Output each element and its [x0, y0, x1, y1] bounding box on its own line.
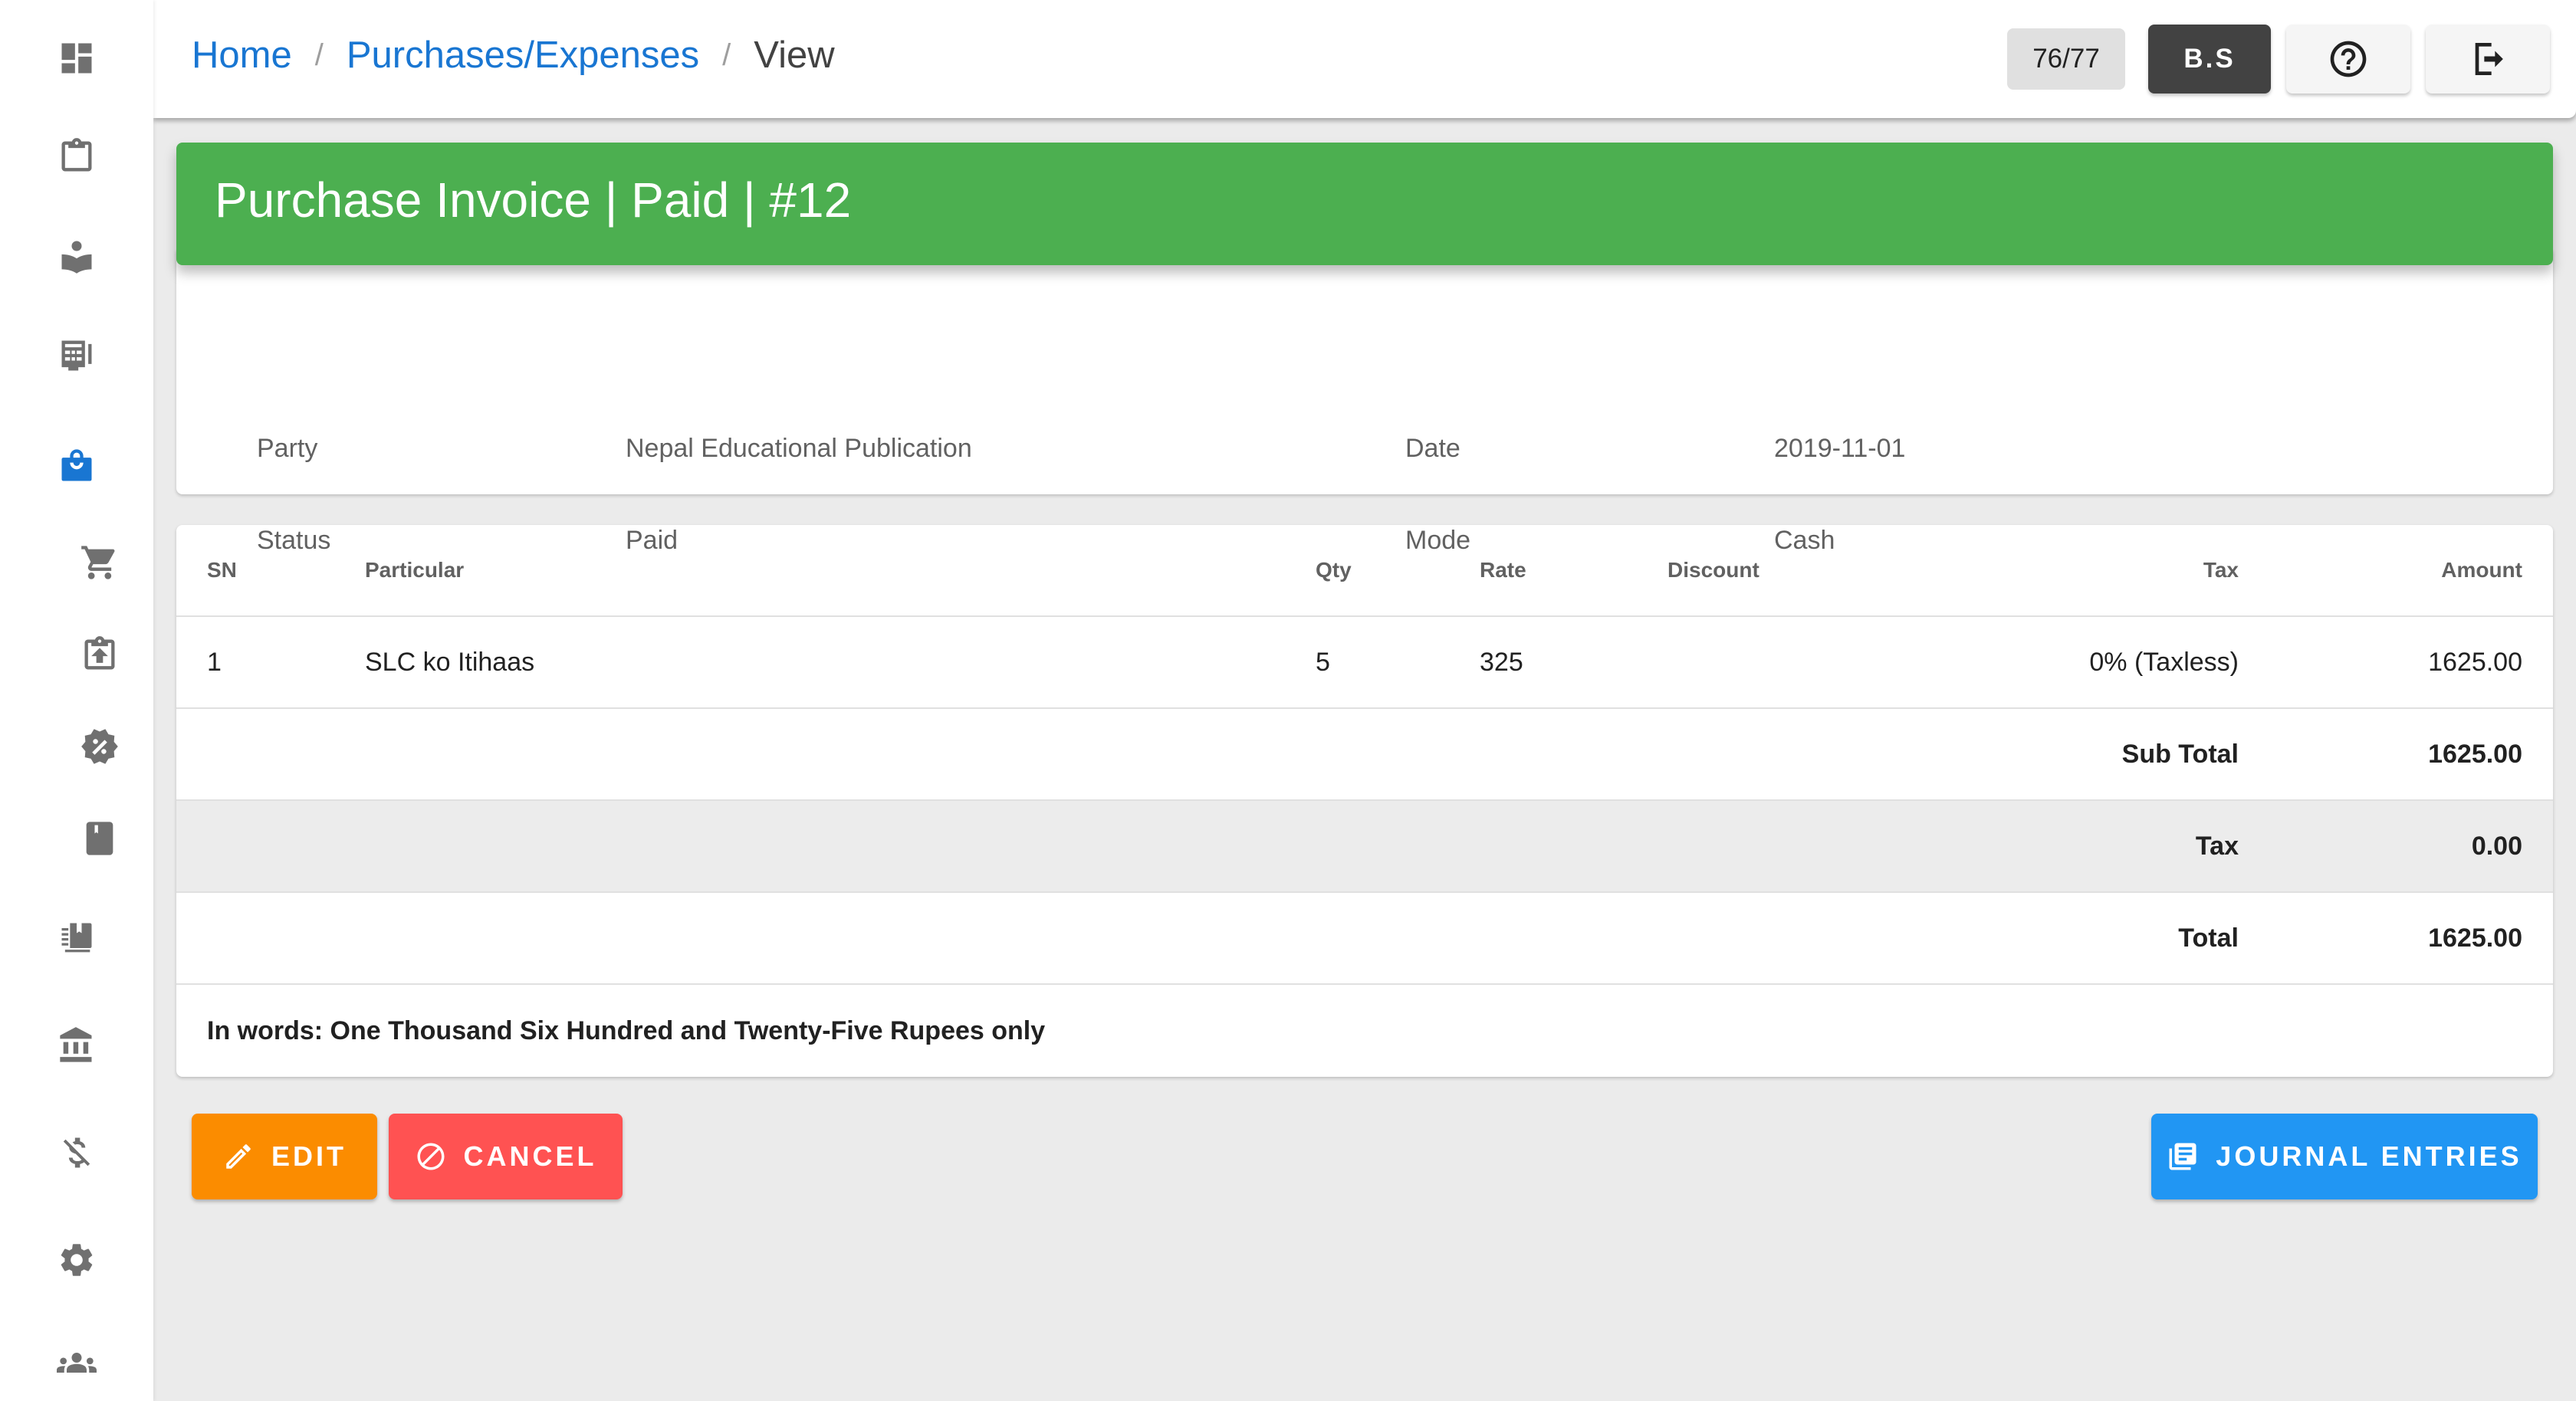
- date-value: 2019-11-01: [1774, 434, 1906, 463]
- sidebar-item-pos[interactable]: [55, 334, 98, 377]
- amount-in-words: In words: One Thousand Six Hundred and T…: [207, 1015, 1046, 1045]
- edit-button-label: EDIT: [271, 1140, 347, 1172]
- sidebar-item-reader[interactable]: [55, 235, 98, 277]
- journal-entries-button[interactable]: JOURNAL ENTRIES: [2151, 1114, 2538, 1199]
- logout-icon: [2475, 43, 2503, 75]
- dashboard-icon: [61, 43, 92, 74]
- sidebar-nav: [0, 0, 153, 1401]
- cell-sn: 1: [207, 647, 222, 677]
- cell-particular: SLC ko Itihaas: [365, 647, 535, 677]
- status-label: Status: [257, 526, 331, 555]
- sidebar-item-book[interactable]: [78, 817, 121, 860]
- column-header-discount: Discount: [1668, 558, 1760, 582]
- column-header-tax: Tax: [2203, 558, 2239, 582]
- journal-entries-icon: [2169, 1143, 2196, 1170]
- sidebar-item-bank[interactable]: [55, 1024, 98, 1067]
- top-actions: 76/77 B.S: [2007, 25, 2550, 94]
- party-label: Party: [257, 434, 318, 463]
- tax-row: Tax 0.00: [176, 801, 2553, 893]
- sidebar-item-ledger[interactable]: [55, 917, 98, 960]
- sidebar-item-cart[interactable]: [78, 541, 121, 584]
- sidebar-item-dashboard[interactable]: [55, 37, 98, 80]
- cell-tax: 0% (Taxless): [2089, 647, 2239, 677]
- clipboard-upload-icon: [84, 636, 115, 670]
- column-header-rate: Rate: [1480, 558, 1526, 582]
- cancel-button[interactable]: CANCEL: [389, 1114, 623, 1199]
- column-header-particular: Particular: [365, 558, 465, 582]
- people-icon: [57, 1353, 97, 1373]
- mode-value: Cash: [1774, 526, 1835, 555]
- subtotal-label: Sub Total: [2121, 739, 2239, 769]
- shopping-cart-icon: [81, 546, 115, 579]
- cancel-circle-icon: [417, 1143, 444, 1170]
- mode-label: Mode: [1405, 526, 1471, 555]
- amount-in-words-row: In words: One Thousand Six Hundred and T…: [176, 985, 2553, 1077]
- tax-label: Tax: [2195, 831, 2239, 861]
- total-value: 1625.00: [2428, 923, 2522, 953]
- cell-amount: 1625.00: [2428, 647, 2522, 677]
- help-circle-icon: [2330, 41, 2367, 77]
- subtotal-value: 1625.00: [2428, 739, 2522, 769]
- cell-rate: 325: [1480, 647, 1523, 677]
- tax-value: 0.00: [2471, 831, 2522, 861]
- cancel-button-label: CANCEL: [463, 1140, 597, 1172]
- logout-button[interactable]: [2426, 25, 2550, 94]
- sidebar-item-money-off[interactable]: [55, 1131, 98, 1174]
- date-label: Date: [1405, 434, 1460, 463]
- money-off-icon: [63, 1137, 90, 1168]
- breadcrumb-home-link[interactable]: Home: [192, 34, 292, 77]
- invoice-items-table: SN Particular Qty Rate Discount Tax Amou…: [176, 525, 2553, 1077]
- help-button[interactable]: [2286, 25, 2410, 94]
- sidebar-item-clipboard[interactable]: [55, 135, 98, 178]
- book-reader-icon: [61, 241, 92, 274]
- table-header-row: SN Particular Qty Rate Discount Tax Amou…: [176, 525, 2553, 617]
- total-label: Total: [2178, 923, 2239, 953]
- bank-icon: [60, 1027, 92, 1062]
- breadcrumb-current: View: [754, 34, 835, 76]
- cell-qty: 5: [1316, 647, 1330, 677]
- clipboard-icon: [61, 138, 92, 172]
- gear-icon: [61, 1244, 93, 1276]
- breadcrumb-separator: /: [722, 38, 731, 72]
- column-header-amount: Amount: [2441, 558, 2522, 582]
- sidebar-item-purchases[interactable]: [55, 445, 98, 487]
- breadcrumb-purchases-link[interactable]: Purchases/Expenses: [347, 34, 699, 77]
- sidebar-item-settings[interactable]: [55, 1239, 98, 1281]
- party-value: Nepal Educational Publication: [626, 434, 972, 463]
- journal-entries-button-label: JOURNAL ENTRIES: [2216, 1140, 2522, 1172]
- edit-button[interactable]: EDIT: [192, 1114, 377, 1199]
- invoice-title: Purchase Invoice | Paid | #12: [215, 172, 852, 228]
- table-row: 1 SLC ko Itihaas 5 325 0% (Taxless) 1625…: [176, 617, 2553, 709]
- record-counter-chip: 76/77: [2007, 28, 2125, 90]
- discount-badge-icon: [81, 729, 118, 764]
- book-icon: [86, 822, 113, 855]
- pencil-icon: [226, 1144, 251, 1169]
- total-row: Total 1625.00: [176, 893, 2553, 985]
- sidebar-item-clipboard-upload[interactable]: [78, 633, 121, 676]
- subtotal-row: Sub Total 1625.00: [176, 709, 2553, 801]
- status-value: Paid: [626, 526, 678, 555]
- ledger-book-icon: [61, 923, 92, 953]
- breadcrumb: Home / Purchases/Expenses / View: [192, 34, 835, 77]
- breadcrumb-separator: /: [314, 38, 324, 72]
- calendar-toggle-button[interactable]: B.S: [2148, 25, 2271, 94]
- point-of-sale-icon: [61, 340, 92, 371]
- invoice-info-card: Party Nepal Educational Publication Date…: [176, 250, 2553, 555]
- column-header-qty: Qty: [1316, 558, 1352, 582]
- column-header-sn: SN: [207, 558, 237, 582]
- main-content: Purchase Invoice | Paid | #12 Party Nepa…: [176, 143, 2553, 1199]
- invoice-actions: EDIT CANCEL JOURNAL ENTRIES: [176, 1114, 2553, 1199]
- sidebar-item-users[interactable]: [55, 1341, 98, 1384]
- top-app-bar: Home / Purchases/Expenses / View 76/77 B…: [153, 0, 2576, 118]
- invoice-header-card: Purchase Invoice | Paid | #12: [176, 143, 2553, 265]
- shopping-bag-icon: [61, 449, 92, 481]
- sidebar-item-discount[interactable]: [78, 725, 121, 768]
